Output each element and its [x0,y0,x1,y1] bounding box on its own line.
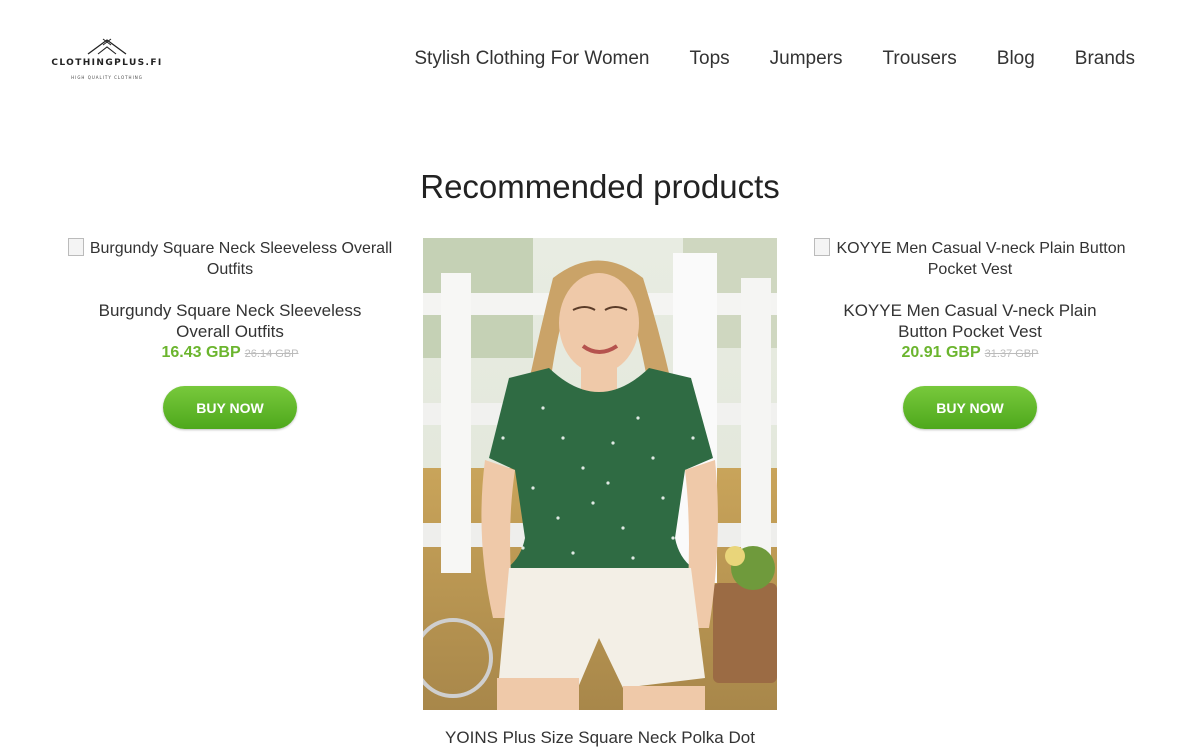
logo-text: CLOTHINGPLUS.FI [51,58,163,68]
price-row: 16.43 GBP 26.14 GBP [53,344,407,362]
product-card: KOYYE Men Casual V-neck Plain Button Poc… [793,238,1147,429]
product-image-alt: Burgundy Square Neck Sleeveless Overall … [89,240,393,278]
site-header: CLOTHINGPLUS.FI HIGH QUALITY CLOTHING St… [0,0,1200,120]
product-old-price: 26.14 GBP [244,348,299,360]
product-card: YOINS Plus Size Square Neck Polka Dot [423,238,777,747]
model-photo [423,238,777,710]
product-name[interactable]: YOINS Plus Size Square Neck Polka Dot [423,728,777,748]
section-title: Recommended products [420,168,780,205]
product-image[interactable]: Burgundy Square Neck Sleeveless Overall … [53,238,407,280]
buy-now-button[interactable]: BUY NOW [903,386,1037,429]
product-name[interactable]: Burgundy Square Neck Sleeveless Overall … [53,300,407,342]
product-image[interactable] [423,238,777,710]
buy-now-button[interactable]: BUY NOW [163,386,297,429]
logo-tagline: HIGH QUALITY CLOTHING [71,75,143,80]
product-image-alt: KOYYE Men Casual V-neck Plain Button Poc… [836,240,1126,278]
product-card: Burgundy Square Neck Sleeveless Overall … [53,238,407,429]
product-price: 20.91 GBP [901,344,981,361]
broken-image-icon [67,238,84,256]
nav-stylish-clothing-for-women[interactable]: Stylish Clothing For Women [414,48,649,70]
nav-brands[interactable]: Brands [1075,48,1135,70]
nav-tops[interactable]: Tops [690,48,730,70]
main-nav: Stylish Clothing For Women Tops Jumpers … [414,48,1135,70]
product-image[interactable]: KOYYE Men Casual V-neck Plain Button Poc… [793,238,1147,280]
product-price: 16.43 GBP [161,344,241,361]
product-old-price: 31.37 GBP [984,348,1039,360]
nav-trousers[interactable]: Trousers [883,48,957,70]
nav-jumpers[interactable]: Jumpers [770,48,843,70]
house-roof-icon [87,38,127,55]
broken-image-icon [814,238,831,256]
price-row: 20.91 GBP 31.37 GBP [793,344,1147,362]
nav-blog[interactable]: Blog [997,48,1035,70]
site-logo[interactable]: CLOTHINGPLUS.FI HIGH QUALITY CLOTHING [46,38,168,84]
product-name[interactable]: KOYYE Men Casual V-neck Plain Button Poc… [793,300,1147,342]
